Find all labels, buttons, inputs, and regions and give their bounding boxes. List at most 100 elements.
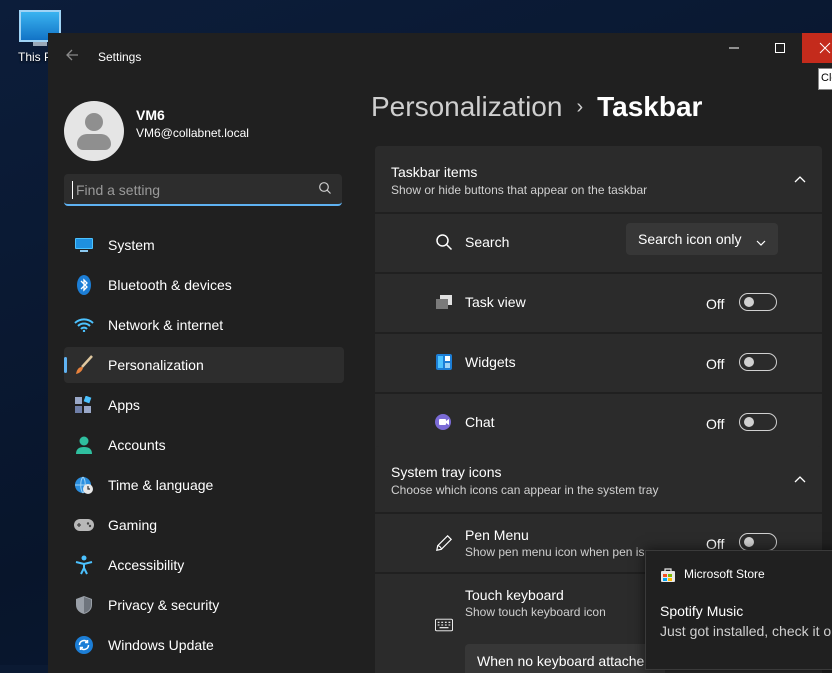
chevron-down-icon: [756, 233, 766, 251]
globe-clock-icon: [74, 475, 94, 495]
row-label: Pen Menu: [465, 527, 529, 543]
sidebar-item-label: Bluetooth & devices: [108, 277, 232, 293]
user-name: VM6: [136, 107, 165, 123]
sidebar-item-label: Gaming: [108, 517, 158, 533]
sidebar-item-label: Personalization: [108, 357, 204, 373]
sidebar-item-label: System: [108, 237, 155, 253]
sidebar-item-accounts[interactable]: Accounts: [64, 427, 344, 463]
toast-body: Just got installed, check it o: [660, 623, 832, 639]
widgets-toggle[interactable]: [739, 353, 777, 371]
monitor-icon: [74, 235, 94, 255]
desktop-icon-label: This PC: [18, 50, 52, 64]
sidebar-nav: System Bluetooth & devices Network & int…: [64, 227, 344, 667]
toggle-knob: [744, 297, 754, 307]
chevron-up-icon[interactable]: [794, 470, 806, 488]
search-mode-dropdown[interactable]: Search icon only: [626, 223, 778, 255]
notification-toast[interactable]: Microsoft Store Spotify Music Just got i…: [645, 550, 832, 670]
task-view-row: Task view Off: [375, 274, 822, 332]
sidebar-item-gaming[interactable]: Gaming: [64, 507, 344, 543]
back-arrow-icon[interactable]: [64, 47, 82, 65]
window-title: Settings: [98, 50, 142, 64]
sidebar-item-windows-update[interactable]: Windows Update: [64, 627, 344, 663]
group-title: Taskbar items: [391, 164, 478, 180]
keyboard-icon: [435, 616, 453, 634]
monitor-stand: [33, 42, 47, 46]
group-description: Show or hide buttons that appear on the …: [391, 183, 648, 197]
sidebar-item-time-language[interactable]: Time & language: [64, 467, 344, 503]
sidebar-item-label: Apps: [108, 397, 140, 413]
gamepad-icon: [74, 515, 94, 535]
toggle-knob: [744, 357, 754, 367]
row-description: Show touch keyboard icon: [465, 605, 606, 619]
sidebar-item-system[interactable]: System: [64, 227, 344, 263]
toggle-state: Off: [706, 356, 725, 372]
sidebar-item-accessibility[interactable]: Accessibility: [64, 547, 344, 583]
sidebar-item-personalization[interactable]: Personalization: [64, 347, 344, 383]
wifi-icon: [74, 315, 94, 335]
taskbar-items-header[interactable]: Taskbar items Show or hide buttons that …: [375, 146, 822, 212]
shield-icon: [74, 595, 94, 615]
widgets-row: Widgets Off: [375, 334, 822, 392]
breadcrumb-parent[interactable]: Personalization: [371, 91, 562, 122]
task-view-icon: [435, 293, 453, 311]
taskbar-items-group: Taskbar items Show or hide buttons that …: [375, 146, 822, 452]
sidebar-item-bluetooth[interactable]: Bluetooth & devices: [64, 267, 344, 303]
row-label: Search: [465, 234, 510, 250]
group-description: Choose which icons can appear in the sys…: [391, 483, 659, 497]
chat-row: Chat Off: [375, 394, 822, 452]
search-row: Search Search icon only: [375, 214, 822, 272]
toggle-knob: [744, 537, 754, 547]
sidebar-item-label: Privacy & security: [108, 597, 220, 613]
avatar-head: [85, 113, 103, 131]
row-label: Task view: [465, 294, 526, 310]
chat-icon: [435, 413, 453, 431]
person-icon: [74, 435, 94, 455]
avatar[interactable]: [64, 101, 124, 161]
update-icon: [74, 635, 94, 655]
search-icon: [435, 233, 453, 251]
touch-keyboard-dropdown[interactable]: When no keyboard attache: [465, 644, 665, 673]
sidebar-item-apps[interactable]: Apps: [64, 387, 344, 423]
sidebar-item-label: Time & language: [108, 477, 214, 493]
avatar-body: [77, 134, 111, 150]
text-caret: [72, 181, 73, 199]
sidebar-item-network[interactable]: Network & internet: [64, 307, 344, 343]
toast-title: Spotify Music: [660, 603, 744, 619]
search-icon[interactable]: [318, 181, 332, 200]
close-tooltip: Close: [818, 68, 832, 90]
row-label: Touch keyboard: [465, 587, 564, 603]
pen-icon: [435, 534, 453, 552]
row-label: Chat: [465, 414, 495, 430]
row-label: Widgets: [465, 354, 516, 370]
sidebar-item-privacy[interactable]: Privacy & security: [64, 587, 344, 623]
find-setting-search: [64, 174, 342, 206]
sidebar-item-label: Network & internet: [108, 317, 224, 333]
task-view-toggle[interactable]: [739, 293, 777, 311]
user-email: VM6@collabnet.local: [136, 126, 249, 140]
sidebar-item-label: Accounts: [108, 437, 166, 453]
group-title: System tray icons: [391, 464, 502, 480]
widgets-icon: [435, 353, 453, 371]
page-title: Taskbar: [597, 91, 703, 122]
breadcrumb: Personalization › Taskbar: [371, 91, 702, 123]
dropdown-value: Search icon only: [638, 231, 742, 247]
store-icon: [661, 568, 675, 587]
toast-app-name: Microsoft Store: [684, 567, 765, 581]
toggle-knob: [744, 417, 754, 427]
toggle-state: Off: [706, 296, 725, 312]
search-input[interactable]: [74, 180, 308, 200]
chat-toggle[interactable]: [739, 413, 777, 431]
chevron-up-icon[interactable]: [794, 170, 806, 188]
brush-icon: [74, 355, 94, 375]
dropdown-value: When no keyboard attache: [477, 653, 645, 669]
breadcrumb-separator: ›: [576, 96, 584, 118]
row-description: Show pen menu icon when pen is: [465, 545, 645, 559]
sidebar-item-label: Accessibility: [108, 557, 185, 573]
bluetooth-icon: [74, 275, 94, 295]
accessibility-icon: [74, 555, 94, 575]
system-tray-header[interactable]: System tray icons Choose which icons can…: [375, 446, 822, 512]
toggle-state: Off: [706, 416, 725, 432]
apps-icon: [74, 395, 94, 415]
sidebar-item-label: Windows Update: [108, 637, 214, 653]
pen-menu-toggle[interactable]: [739, 533, 777, 551]
